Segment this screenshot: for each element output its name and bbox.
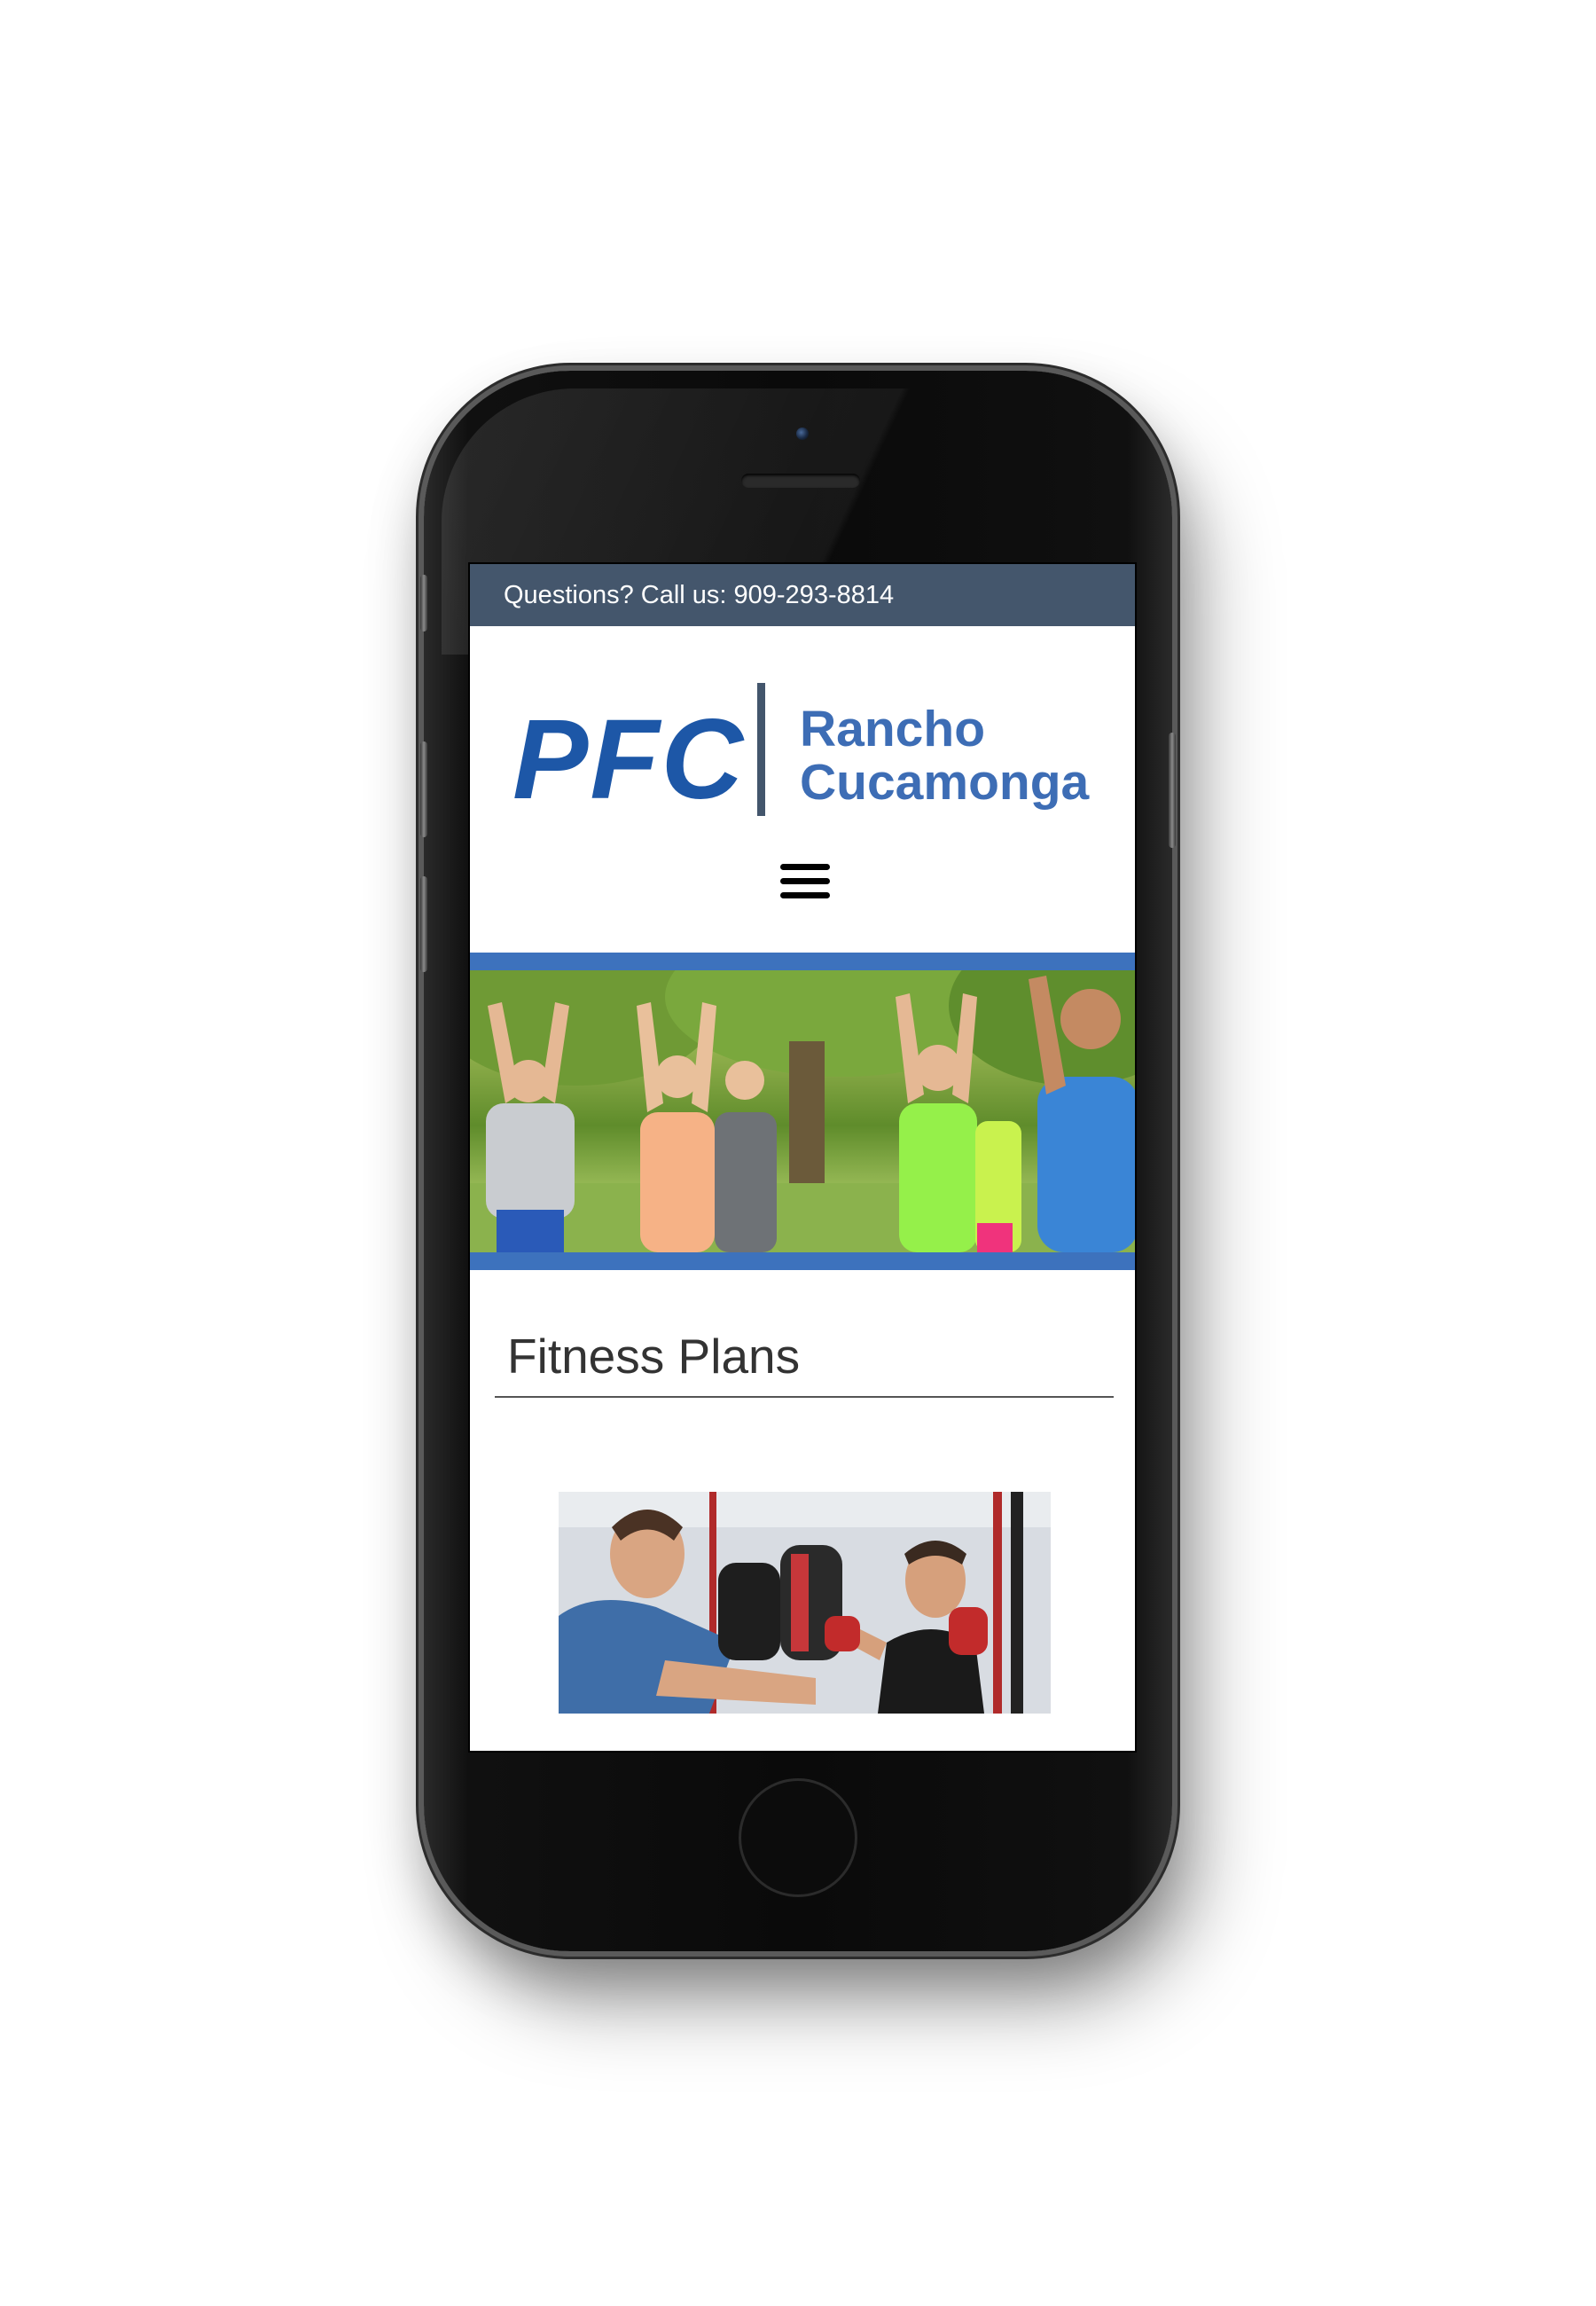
contact-bar: Questions? Call us: 909-293-8814 [470, 564, 1135, 626]
hamburger-menu-icon[interactable] [780, 864, 830, 906]
title-divider [495, 1396, 1114, 1398]
phone-screen: Questions? Call us: 909-293-8814 PFC Ran… [468, 562, 1137, 1753]
logo-city-line1: Rancho [800, 701, 986, 757]
hero-illustration [470, 970, 1135, 1252]
logo-city-line2: Cucamonga [800, 754, 1090, 811]
logo-brand: PFC [512, 696, 745, 823]
volume-up-button [420, 741, 427, 837]
home-button[interactable] [739, 1778, 857, 1897]
logo-city: Rancho Cucamonga [800, 702, 1089, 809]
earpiece-speaker [741, 474, 860, 488]
volume-down-button [420, 876, 427, 972]
logo-divider [757, 683, 765, 816]
front-camera [796, 427, 809, 440]
hero-banner [470, 953, 1135, 1270]
contact-text[interactable]: Questions? Call us: 909-293-8814 [504, 564, 894, 626]
section-title: Fitness Plans [507, 1329, 801, 1384]
silent-switch [420, 575, 427, 631]
power-button [1169, 733, 1176, 848]
fitness-plan-image[interactable] [559, 1492, 1051, 1714]
hero-image [470, 970, 1135, 1252]
site-logo[interactable]: PFC Rancho Cucamonga [512, 683, 1098, 825]
boxing-illustration [559, 1492, 1051, 1714]
